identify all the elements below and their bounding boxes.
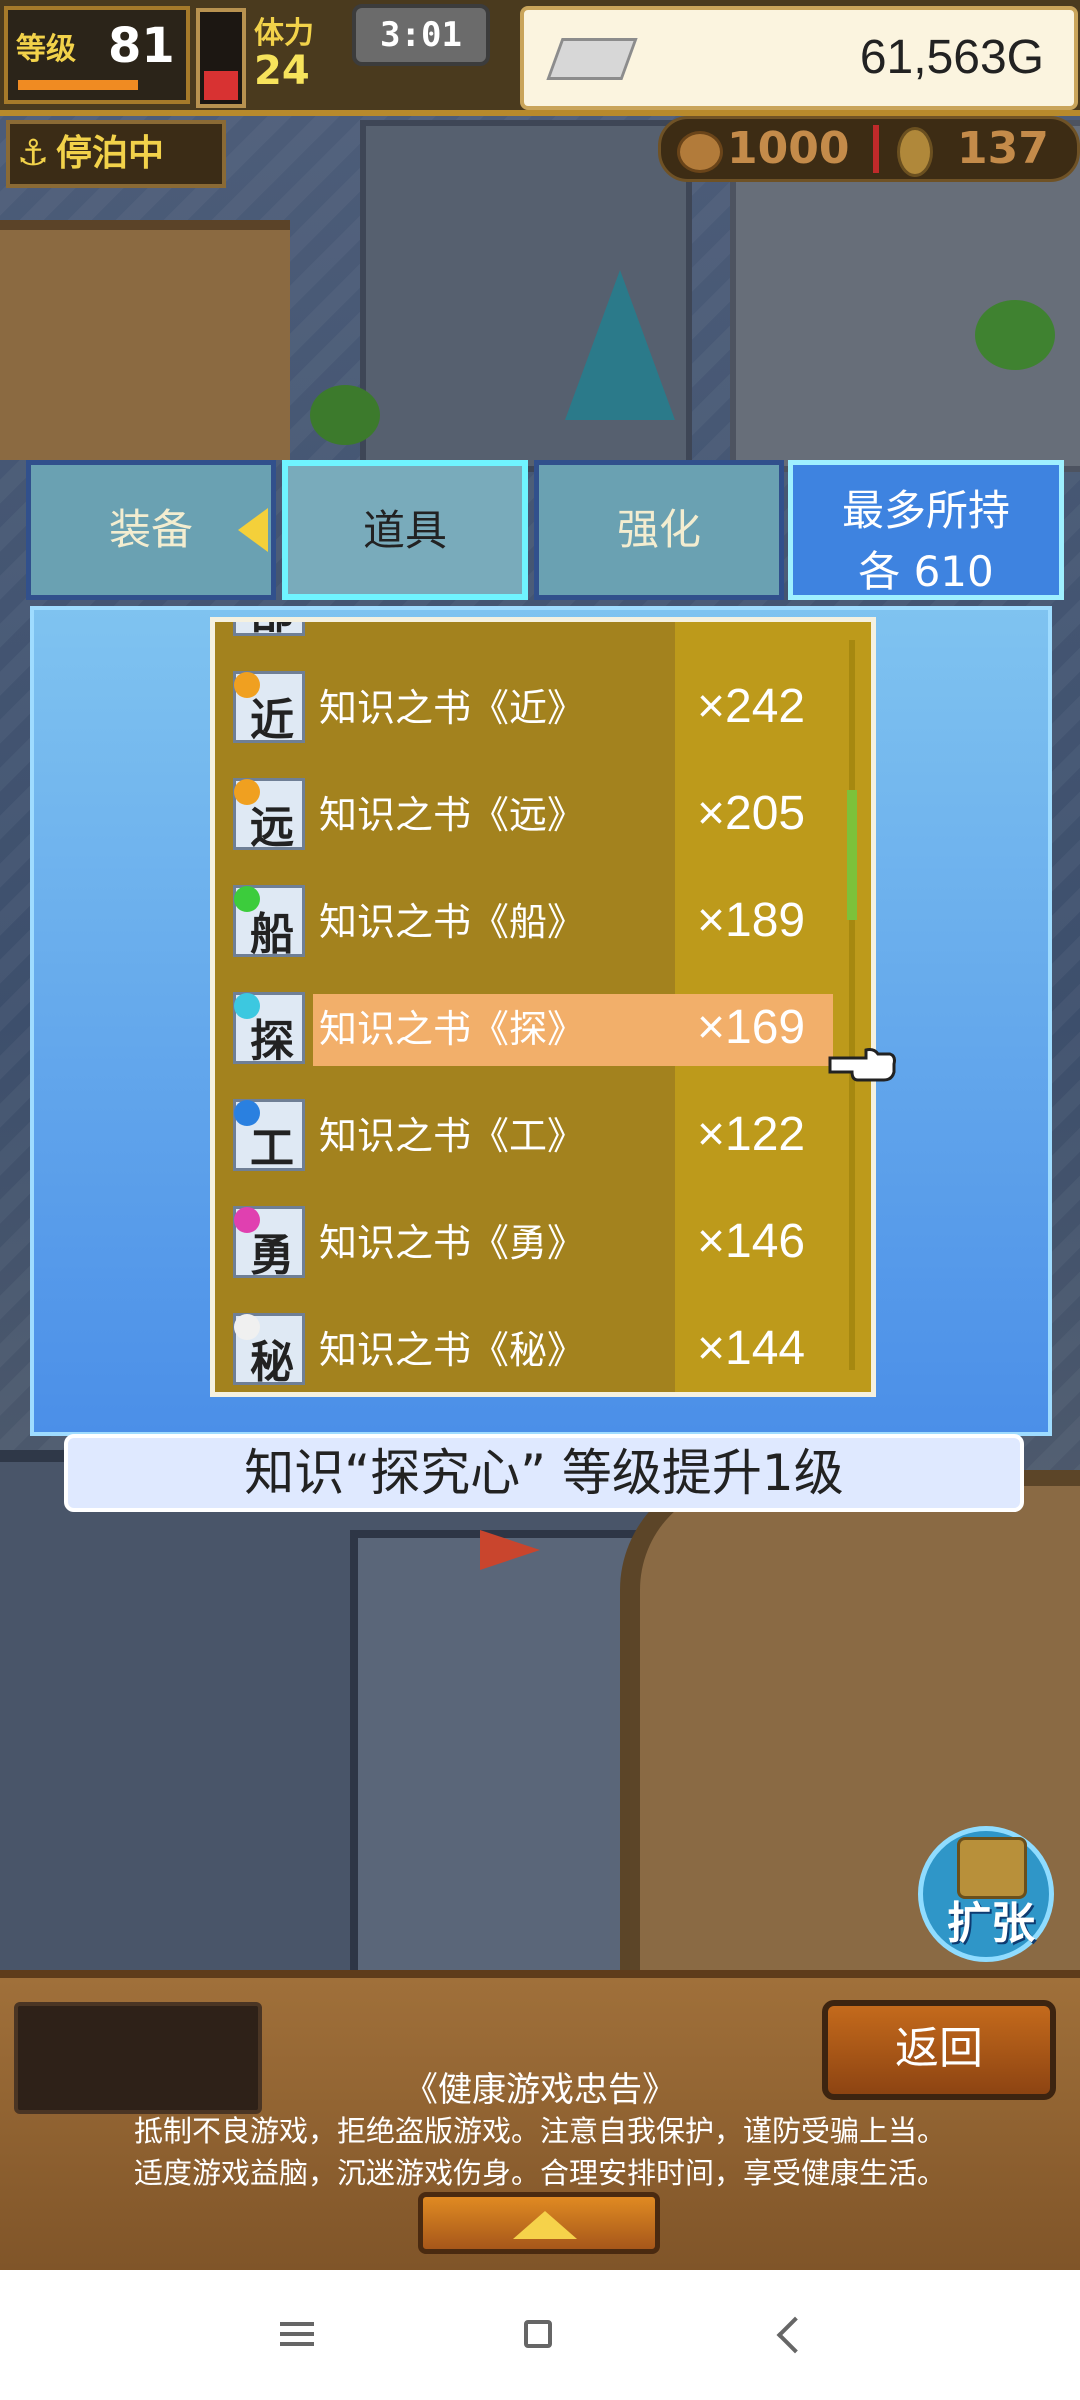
item-list[interactable]: 部究极知识之书×34近知识之书《近》×242远知识之书《远》×205船知识之书《…	[210, 617, 876, 1397]
item-row[interactable]: 部 究极知识之书 ×34	[215, 622, 871, 648]
resource-divider	[873, 125, 879, 173]
item-count: ×122	[697, 1108, 806, 1161]
book-icon: 工	[233, 1099, 305, 1174]
top-hud: 等级 81 体力 24 3:01 61,563G	[0, 0, 1080, 116]
health-notice-line: 抵制不良游戏，拒绝盗版游戏。注意自我保护，谨防受骗上当。	[133, 2114, 946, 2148]
book-icon: 船	[233, 885, 305, 960]
item-icon-char: 工	[250, 1123, 294, 1174]
item-row[interactable]: 工知识之书《工》 ×122	[215, 1087, 871, 1183]
gold-amount: 61,563G	[859, 31, 1044, 84]
item-name: 知识之书《工》	[319, 1114, 586, 1158]
item-row[interactable]: 秘知识之书《秘》 ×144	[215, 1301, 871, 1392]
item-name: 知识之书《远》	[319, 793, 586, 837]
item-count: ×34	[697, 622, 778, 627]
level-value: 81	[108, 18, 175, 74]
hand-pointer-icon	[828, 1048, 896, 1082]
book-icon: 远	[233, 778, 305, 853]
item-count: ×205	[697, 787, 806, 840]
max-hold-value: 各 610	[858, 547, 994, 596]
item-row[interactable]: 船知识之书《船》 ×189	[215, 873, 871, 969]
tree	[975, 300, 1055, 370]
max-hold-box: 最多所持 各 610	[788, 460, 1064, 600]
item-count: ×169	[697, 1001, 806, 1054]
item-icon-char: 近	[250, 695, 294, 746]
stamina-label: 体力	[254, 16, 314, 51]
item-count: ×144	[697, 1322, 806, 1375]
stamina-display: 体力 24	[246, 6, 346, 96]
arrow-up-icon	[513, 2211, 577, 2239]
item-icon-char: 部	[250, 622, 294, 641]
item-icon-char: 远	[250, 802, 294, 853]
item-name: 知识之书《勇》	[319, 1221, 586, 1265]
item-icon-char: 船	[250, 909, 294, 960]
gold-display: 61,563G	[520, 6, 1078, 110]
stamina-gauge-fill	[204, 71, 238, 100]
back-icon[interactable]	[760, 2310, 820, 2360]
item-name: 知识之书《秘》	[319, 1328, 586, 1372]
item-row[interactable]: 探知识之书《探》 ×169	[215, 980, 871, 1076]
category-tabs: 装备 道具 强化 最多所持 各 610	[26, 460, 1066, 606]
arrow-left-icon[interactable]	[238, 508, 268, 552]
tab-items[interactable]: 道具	[282, 460, 528, 600]
item-count: ×146	[697, 1215, 806, 1268]
item-name: 知识之书《探》	[319, 1007, 586, 1051]
health-notice-line: 适度游戏益脑，沉迷游戏伤身。合理安排时间，享受健康生活。	[133, 2156, 946, 2190]
book-icon: 近	[233, 671, 305, 746]
item-name: 知识之书《船》	[319, 900, 586, 944]
silver-ingot-icon	[546, 38, 638, 80]
anchor-icon: ⚓	[16, 133, 50, 174]
book-icon: 部	[233, 622, 305, 639]
expand-button[interactable]: 扩张	[918, 1826, 1054, 1962]
stamina-timer: 3:01	[352, 4, 490, 66]
item-icon-char: 勇	[250, 1230, 294, 1281]
item-name: 究极知识之书	[319, 622, 547, 625]
item-icon-char: 秘	[250, 1337, 294, 1388]
menu-icon[interactable]	[268, 2310, 328, 2360]
item-icon-char: 探	[250, 1016, 294, 1067]
castle-tower	[350, 1530, 666, 1986]
tree	[310, 385, 380, 445]
stamina-gauge	[196, 8, 246, 108]
medal-count: 137	[957, 123, 1049, 174]
tower-spire	[565, 270, 675, 420]
level-display: 等级 81	[4, 6, 190, 104]
tab-enhance[interactable]: 强化	[534, 460, 784, 600]
book-icon: 勇	[233, 1206, 305, 1281]
docked-label: 停泊中	[56, 133, 165, 174]
item-name: 知识之书《近》	[319, 686, 586, 730]
xp-bar	[18, 80, 138, 90]
wood-count: 1000	[727, 123, 850, 174]
item-description: 知识“探究心” 等级提升1级	[64, 1434, 1024, 1512]
max-hold-title: 最多所持	[841, 486, 1010, 535]
home-icon[interactable]	[510, 2310, 570, 2360]
system-nav-bar	[0, 2270, 1080, 2400]
item-count: ×242	[697, 680, 806, 733]
item-count: ×189	[697, 894, 806, 947]
item-row[interactable]: 勇知识之书《勇》 ×146	[215, 1194, 871, 1290]
wood-icon	[677, 131, 723, 173]
level-label: 等级	[16, 32, 76, 67]
medal-icon	[897, 127, 933, 177]
health-notice-title: 《健康游戏忠告》	[404, 2070, 676, 2110]
resource-bar: 1000 137	[658, 116, 1080, 182]
collapse-button[interactable]	[418, 2192, 660, 2254]
docked-status: ⚓ 停泊中	[6, 120, 226, 188]
book-icon: 秘	[233, 1313, 305, 1388]
item-row[interactable]: 近知识之书《近》 ×242	[215, 659, 871, 755]
expand-label: 扩张	[947, 1898, 1035, 1949]
book-icon: 探	[233, 992, 305, 1067]
bottom-bar: 返回 《健康游戏忠告》 抵制不良游戏，拒绝盗版游戏。注意自我保护，谨防受骗上当。…	[0, 1970, 1080, 2278]
game-scene: 等级 81 体力 24 3:01 61,563G ⚓ 停泊中 1000 137 装…	[0, 0, 1080, 2270]
stamina-value: 24	[254, 48, 310, 94]
item-row[interactable]: 远知识之书《远》 ×205	[215, 766, 871, 862]
dock-area	[0, 220, 290, 460]
